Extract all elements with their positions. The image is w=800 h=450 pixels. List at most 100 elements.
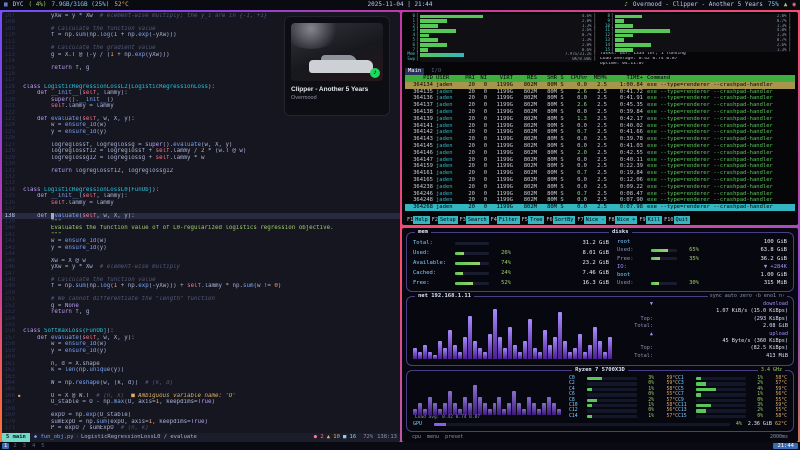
cell-mem: 2.5 — [597, 197, 607, 204]
column-header-mem[interactable]: MEM% — [587, 75, 607, 82]
process-row[interactable]: 364268 jaden 20 0 1199G 802M 80M S 0.0 2.5 0:07.98… — [405, 204, 795, 211]
process-row[interactable]: 364134 jaden 20 0 1199G 802M 80M S 0.0 2.5 1:00.84… — [405, 81, 795, 89]
net-stat-row: ▼ download — [630, 301, 788, 308]
column-header-virt[interactable]: VIRT — [487, 75, 513, 82]
music-notification[interactable]: ♪ Clipper - Another 5 Years Overmood — [284, 16, 390, 116]
column-header-pri[interactable]: PRI — [461, 75, 475, 82]
htop-tabs: Main I/O — [405, 67, 795, 75]
fkey-label-filter[interactable]: Filter — [496, 216, 520, 224]
process-row[interactable]: 364246 jaden 20 0 1199G 802M 80M S 0.7 2.5 0:08.47… — [405, 191, 795, 198]
cell-state: S — [560, 156, 564, 163]
workspace-2[interactable]: 2 — [11, 443, 18, 449]
btop-menu-preset[interactable]: preset — [445, 434, 463, 440]
fkey-label-kill[interactable]: Kill — [645, 216, 663, 224]
process-row[interactable]: 364137 jaden 20 0 1199G 802M 80M S 2.6 2.5 0:45.35… — [405, 102, 795, 109]
process-row[interactable]: 364143 jaden 20 0 1199G 802M 80M S 0.0 2.5 0:39.78… — [405, 136, 795, 143]
fkey-label-sortby[interactable]: SortBy — [552, 216, 576, 224]
process-row[interactable]: 364238 jaden 20 0 1199G 802M 80M S 0.0 2.5 0:09.22… — [405, 184, 795, 191]
workspace-3[interactable]: 3 — [21, 443, 28, 449]
git-branch[interactable]: 5 main — [2, 433, 30, 442]
net-box-buttons[interactable]: sync auto zero ‹b eno1 n› — [707, 293, 787, 300]
fkey-label-nice-[interactable]: Nice - — [583, 216, 607, 224]
cell-pri: 20 — [468, 197, 475, 204]
disk-value: 1.00 GiB — [760, 272, 788, 279]
network-stats: ▼ download 1.07 KiB/s (15.0 KiBps) Top: (293… — [630, 301, 788, 360]
cell-time: 0:07.90 — [619, 197, 643, 204]
fkey-label-search[interactable]: Search — [465, 216, 489, 224]
process-table-header[interactable]: PID USER PRI NI VIRT RES SHR S CPU%▽ MEM% TIME+ Com… — [405, 74, 795, 82]
htop-tab-main[interactable]: Main — [405, 67, 425, 75]
column-header-command[interactable]: Command — [643, 75, 795, 82]
workspace-1[interactable]: 1 — [2, 443, 10, 449]
cell-time: 0:40.11 — [619, 156, 643, 163]
cell-user: jaden — [436, 122, 453, 129]
cell-ni: 0 — [483, 115, 487, 122]
net-graph-bar — [593, 326, 597, 359]
process-row[interactable]: 364159 jaden 20 0 1199G 802M 80M S 0.0 2.5 0:22.39… — [405, 163, 795, 170]
btop-menu-menu[interactable]: menu — [427, 434, 439, 440]
process-row[interactable]: 364141 jaden 20 0 1199G 802M 80M S 0.0 2.5 0:40.02… — [405, 123, 795, 130]
workspace-5[interactable]: 5 — [39, 443, 46, 449]
process-row[interactable]: 364146 jaden 20 0 1199G 802M 80M S 2.0 2.5 0:42.55… — [405, 150, 795, 157]
net-stat-value: (293 KiBps) — [753, 315, 788, 322]
column-header-ni[interactable]: NI — [475, 75, 487, 82]
gpu-usage-percent: 4% — [735, 421, 742, 427]
fkey-label-quit[interactable]: Quit — [673, 216, 690, 224]
cell-cpu: 0.0 — [577, 197, 587, 204]
network-icon: ▲ — [783, 1, 788, 8]
mem-row: Used: 26% 8.01 GiB — [413, 248, 609, 258]
cell-cpu: 0.0 — [577, 95, 587, 102]
process-row[interactable]: 364138 jaden 20 0 1199G 802M 80M S 0.0 2.5 0:39.84… — [405, 109, 795, 116]
column-header-res[interactable]: RES — [513, 75, 537, 82]
mem-value: 8.01 GiB — [582, 250, 610, 256]
fkey-label-setup[interactable]: Setup — [438, 216, 458, 224]
code-line[interactable]: 171 P = expO / sumExpO # (n, k) — [2, 425, 400, 431]
cell-virt: 1199G — [496, 197, 513, 204]
cpu-graph-bar — [477, 397, 482, 415]
cpu-graph-bar — [447, 391, 452, 415]
process-row[interactable]: 364147 jaden 20 0 1199G 802M 80M S 0.0 2.5 0:40.11… — [405, 157, 795, 164]
column-header-time[interactable]: TIME+ — [607, 75, 643, 82]
column-header-shr[interactable]: SHR — [537, 75, 557, 82]
workspace-4[interactable]: 4 — [30, 443, 37, 449]
cpu-graph-bar — [487, 409, 492, 415]
net-graph-bar — [418, 351, 422, 359]
core-percent: 1% — [648, 413, 654, 419]
fkey-label-tree[interactable]: Tree — [527, 216, 545, 224]
cell-cpu: 0.0 — [577, 204, 587, 211]
bar-clock: 21:44 — [773, 443, 798, 449]
cell-virt: 1199G — [496, 142, 513, 149]
htop-tab-i/o[interactable]: I/O — [428, 68, 444, 75]
net-graph-bar — [428, 351, 432, 359]
disk-value: 100 GiB — [763, 239, 787, 245]
process-row[interactable]: 364165 jaden 20 0 1199G 802M 80M S 0.0 2.5 0:12.06… — [405, 177, 795, 184]
process-row[interactable]: 364142 jaden 20 0 1199G 802M 80M S 0.7 2.5 0:41.66… — [405, 129, 795, 136]
column-header-state[interactable]: S — [557, 75, 567, 82]
cell-time: 0:41.72 — [619, 88, 643, 95]
process-row[interactable]: 364248 jaden 20 0 1199G 802M 80M S 0.0 2.5 0:07.90… — [405, 197, 795, 204]
cpu-graph-bar — [527, 397, 532, 415]
process-row[interactable]: 364161 jaden 20 0 1199G 802M 80M S 0.7 2.5 0:19.84… — [405, 170, 795, 177]
cell-state: S — [560, 88, 564, 95]
diagnostic-count: ● 2 — [313, 434, 324, 440]
process-row[interactable]: 364135 jaden 20 0 1199G 802M 80M S 2.6 2.5 0:41.72… — [405, 89, 795, 96]
cell-pid: 364146 — [413, 149, 433, 156]
cell-ni: 0 — [483, 142, 487, 149]
cell-res: 802M — [523, 88, 537, 95]
column-header-pid[interactable]: PID — [405, 75, 433, 82]
fkey-label-nice+[interactable]: Nice + — [614, 216, 638, 224]
cell-pri: 20 — [468, 156, 475, 163]
column-header-cpu[interactable]: CPU%▽ — [567, 75, 587, 82]
fkey-label-help[interactable]: Help — [413, 216, 430, 224]
process-row[interactable]: 364145 jaden 20 0 1199G 802M 80M S 0.0 2.5 0:41.03… — [405, 143, 795, 150]
cell-state: S — [560, 204, 564, 211]
net-graph-bar — [588, 344, 592, 359]
fkey-f10[interactable]: F10 — [664, 216, 673, 224]
cell-user: jaden — [436, 190, 453, 197]
cell-state: S — [560, 197, 564, 204]
process-row[interactable]: 364139 jaden 20 0 1199G 802M 80M S 1.3 2.5 0:42.17… — [405, 116, 795, 123]
process-row[interactable]: 364136 jaden 20 0 1199G 802M 80M S 0.0 2.5 0:41.91… — [405, 95, 795, 102]
column-header-user[interactable]: USER — [433, 75, 461, 82]
btop-menu[interactable]: cpu menu preset — [412, 434, 469, 440]
btop-menu-cpu[interactable]: cpu — [412, 434, 421, 440]
